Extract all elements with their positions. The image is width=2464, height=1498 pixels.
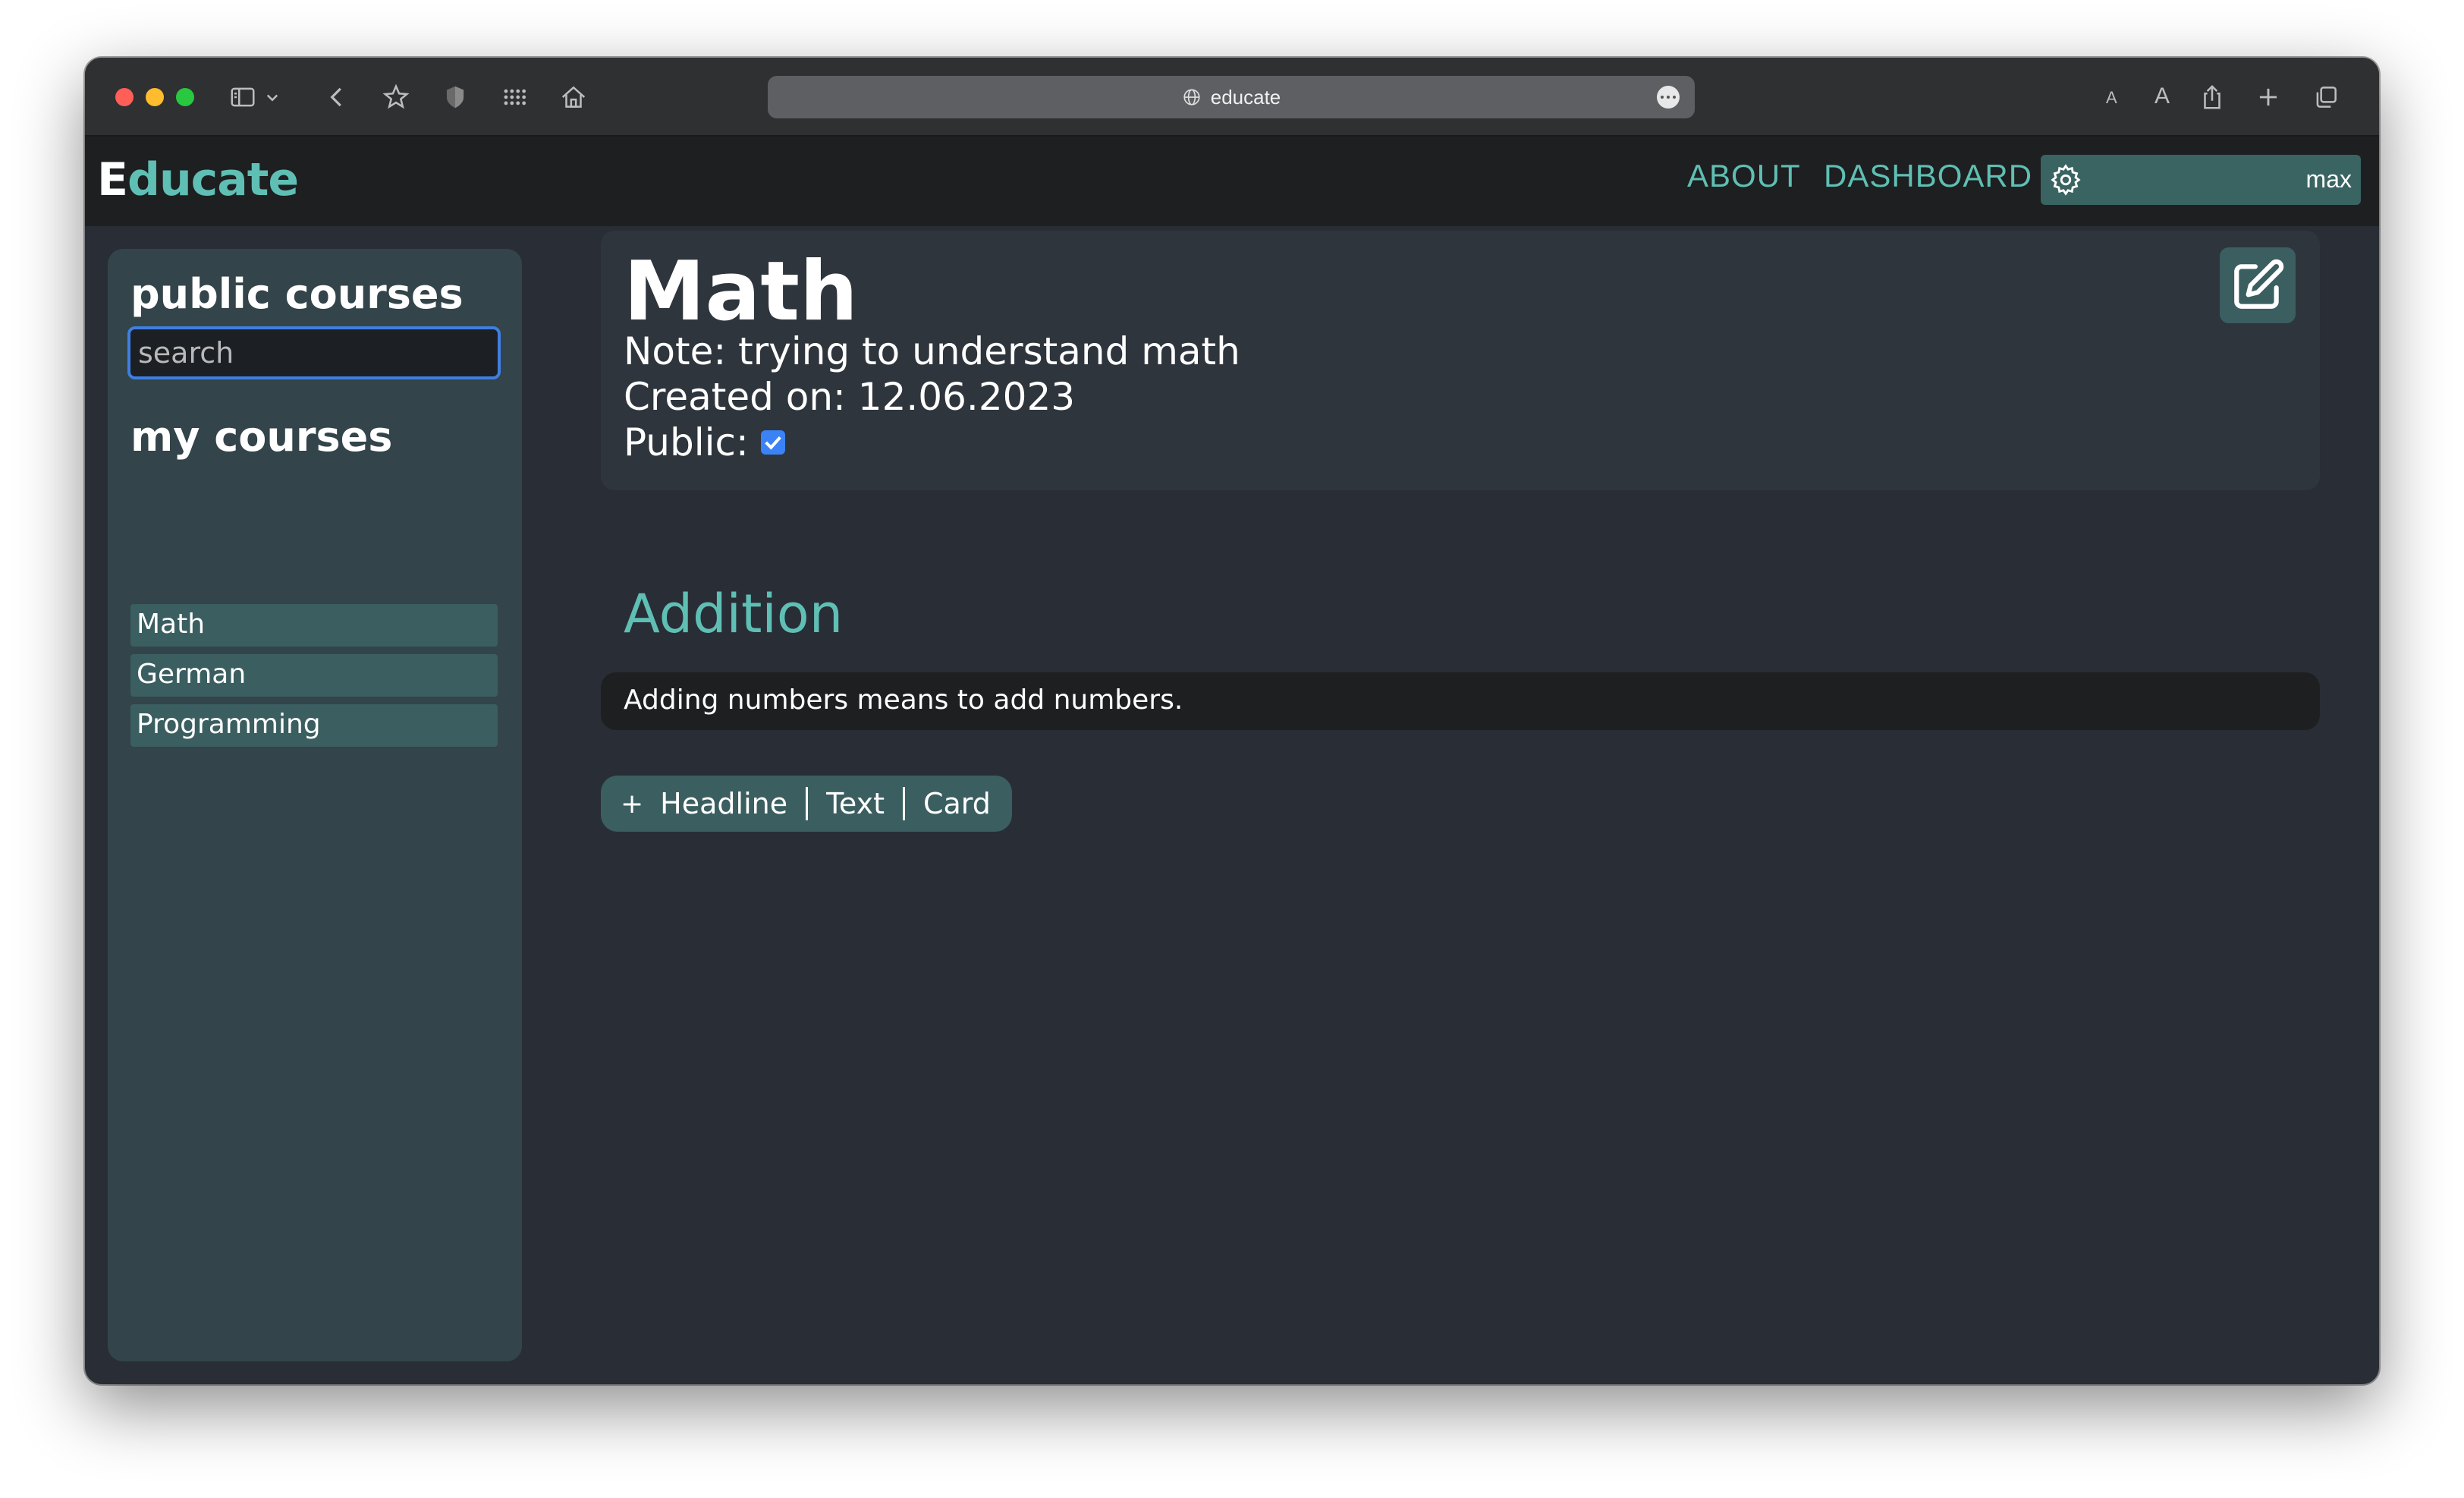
url-text: educate: [1210, 85, 1281, 109]
globe-icon: [1183, 89, 1200, 105]
browser-window: educate A A Educate ABOUT DASHBOARD max …: [85, 58, 2379, 1384]
star-icon[interactable]: [379, 80, 413, 114]
nav-about-link[interactable]: ABOUT: [1687, 158, 1801, 194]
content-text-block: Adding numbers means to add numbers.: [601, 672, 2320, 730]
grid-icon[interactable]: [498, 80, 531, 114]
content-headline: Addition: [624, 583, 844, 645]
my-courses-heading: my courses: [130, 413, 393, 461]
add-text-button[interactable]: Text: [826, 787, 885, 820]
edit-course-button[interactable]: [2220, 247, 2296, 323]
sidebar-toggle-icon[interactable]: [226, 80, 259, 114]
public-label: Public:: [624, 420, 749, 464]
edit-icon: [2234, 259, 2284, 309]
app-header: Educate ABOUT DASHBOARD max: [85, 137, 2379, 226]
search-input[interactable]: [127, 326, 501, 379]
zoom-window-button[interactable]: [176, 88, 194, 106]
sidebar: public courses my courses Math German Pr…: [108, 249, 522, 1361]
add-card-button[interactable]: Card: [923, 787, 991, 820]
gear-icon[interactable]: [2048, 162, 2083, 197]
toolbar-divider: [902, 787, 905, 820]
share-icon[interactable]: [2195, 80, 2229, 114]
toolbar-divider: [806, 787, 809, 820]
nav-dashboard-link[interactable]: DASHBOARD: [1824, 158, 2032, 194]
public-checkbox[interactable]: [760, 430, 785, 455]
add-headline-button[interactable]: Headline: [660, 787, 787, 820]
increase-text-size-icon[interactable]: A: [2154, 83, 2170, 109]
browser-toolbar: educate A A: [85, 58, 2379, 137]
add-content-toolbar: + Headline Text Card: [601, 776, 1012, 832]
close-window-button[interactable]: [115, 88, 134, 106]
user-menu[interactable]: max: [2041, 155, 2361, 205]
new-tab-icon[interactable]: [2252, 80, 2285, 114]
tab-overview-icon[interactable]: [2309, 80, 2343, 114]
course-public-row: Public:: [624, 420, 785, 464]
plus-icon: +: [621, 788, 644, 820]
address-bar[interactable]: educate: [768, 76, 1695, 118]
minimize-window-button[interactable]: [146, 88, 164, 106]
decrease-text-size-icon[interactable]: A: [2106, 88, 2117, 108]
course-created-date: Created on: 12.06.2023: [624, 375, 1076, 419]
home-icon[interactable]: [557, 80, 590, 114]
app-logo[interactable]: Educate: [97, 153, 299, 206]
public-courses-heading: public courses: [130, 270, 464, 318]
more-options-icon[interactable]: [1657, 86, 1680, 109]
shield-icon[interactable]: [438, 80, 472, 114]
back-arrow-icon[interactable]: [320, 80, 354, 114]
course-item-math[interactable]: Math: [130, 604, 498, 647]
course-list: Math German Programming: [130, 604, 498, 754]
username: max: [2305, 165, 2352, 193]
course-title: Math: [624, 244, 858, 339]
course-item-programming[interactable]: Programming: [130, 704, 498, 747]
course-info-card: Math Note: trying to understand math Cre…: [601, 231, 2320, 490]
course-note: Note: trying to understand math: [624, 329, 1240, 373]
course-item-german[interactable]: German: [130, 654, 498, 697]
chevron-down-icon[interactable]: [261, 80, 284, 114]
